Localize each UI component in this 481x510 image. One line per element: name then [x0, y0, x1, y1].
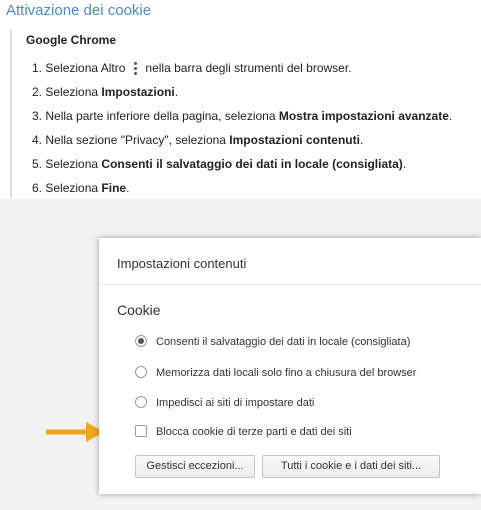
step-number: 6. — [32, 181, 43, 195]
all-cookies-button[interactable]: Tutti i cookie e i dati dei siti... — [262, 455, 440, 478]
page-title: Attivazione dei cookie — [6, 2, 152, 19]
cookie-section-title: Cookie — [117, 302, 161, 318]
step-text: Seleziona — [45, 157, 102, 171]
step-emphasis: Fine — [101, 181, 127, 195]
step-number: 2. — [32, 85, 43, 99]
option-label: Consenti il salvataggio dei dati in loca… — [156, 336, 411, 348]
step-text: Nella sezione "Privacy", seleziona — [45, 133, 230, 147]
step-6: 6. Seleziona Fine. — [32, 176, 452, 200]
radio-allow-local-data[interactable]: Consenti il salvataggio dei dati in loca… — [135, 335, 410, 348]
step-text: Seleziona Altro — [45, 61, 126, 75]
step-number: 4. — [32, 133, 43, 147]
step-text: nella barra degli strumenti del browser. — [145, 61, 352, 75]
radio-keep-until-close[interactable]: Memorizza dati locali solo fino a chiusu… — [135, 366, 416, 379]
radio-button-selected[interactable] — [135, 335, 147, 347]
step-text: Nella parte inferiore della pagina, sele… — [45, 109, 279, 123]
dialog-title: Impostazioni contenuti — [117, 256, 247, 271]
step-emphasis: Mostra impostazioni avanzate — [278, 109, 449, 123]
step-text: . — [174, 85, 179, 99]
step-text: . — [126, 181, 130, 195]
dialog-divider — [99, 284, 481, 285]
checkbox-block-third-party[interactable]: Blocca cookie di terze parti e dati dei … — [135, 425, 352, 438]
step-5: 5. Seleziona Consenti il salvataggio dei… — [32, 152, 452, 176]
step-text: . — [402, 157, 407, 171]
step-text: Seleziona — [45, 85, 102, 99]
step-emphasis: Consenti il salvataggio dei dati in loca… — [101, 157, 403, 171]
radio-button[interactable] — [135, 396, 147, 408]
steps-list: 1. Seleziona Altro nella barra degli stru… — [32, 56, 452, 200]
step-1: 1. Seleziona Altro nella barra degli stru… — [32, 56, 452, 80]
pointer-arrow-icon — [46, 422, 104, 442]
step-number: 1. — [32, 61, 43, 75]
kebab-menu-icon — [129, 61, 141, 75]
option-label: Memorizza dati locali solo fino a chiusu… — [156, 367, 417, 379]
step-text: Seleziona — [45, 181, 102, 195]
step-2: 2. Seleziona Impostazioni. — [32, 80, 452, 104]
instructions-panel: Google Chrome 1. Seleziona Altro nella ba… — [10, 30, 481, 198]
step-number: 5. — [32, 157, 43, 171]
step-number: 3. — [32, 109, 43, 123]
content-settings-dialog: Impostazioni contenuti Cookie Consenti i… — [99, 238, 481, 494]
checkbox[interactable] — [135, 425, 147, 437]
step-text: . — [359, 133, 364, 147]
radio-block-sites[interactable]: Impedisci ai siti di impostare dati — [135, 396, 314, 409]
manage-exceptions-button[interactable]: Gestisci eccezioni... — [135, 455, 255, 478]
step-emphasis: Impostazioni — [101, 85, 175, 99]
browser-heading: Google Chrome — [26, 33, 117, 47]
option-label: Blocca cookie di terze parti e dati dei … — [156, 426, 352, 438]
step-4: 4. Nella sezione "Privacy", seleziona Im… — [32, 128, 452, 152]
step-3: 3. Nella parte inferiore della pagina, s… — [32, 104, 452, 128]
radio-button[interactable] — [135, 366, 147, 378]
step-text: . — [448, 109, 453, 123]
step-emphasis: Impostazioni contenuti — [229, 133, 360, 147]
option-label: Impedisci ai siti di impostare dati — [156, 397, 315, 409]
